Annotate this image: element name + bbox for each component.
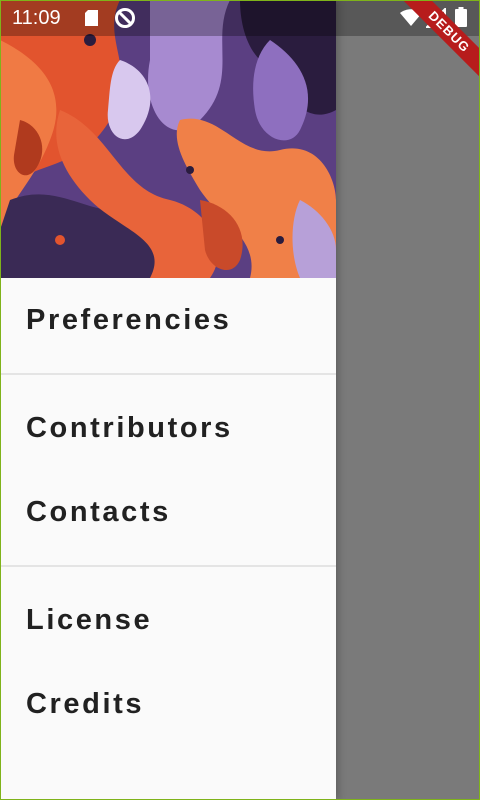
drawer-item-label: License bbox=[26, 603, 153, 636]
wifi-icon bbox=[400, 9, 422, 32]
drawer-item-license[interactable]: License bbox=[0, 584, 336, 656]
do-not-disturb-icon bbox=[114, 7, 136, 34]
status-bar: 11:09 bbox=[0, 0, 480, 36]
drawer-item-label: Preferencies bbox=[26, 303, 232, 336]
drawer-header-image bbox=[0, 0, 336, 278]
status-time: 11:09 bbox=[12, 7, 61, 29]
drawer-item-preferencies[interactable]: Preferencies bbox=[0, 284, 336, 356]
battery-icon bbox=[455, 7, 467, 32]
drawer-item-contacts[interactable]: Contacts bbox=[0, 476, 336, 548]
drawer-item-credits[interactable]: Credits bbox=[0, 668, 336, 740]
drawer-divider bbox=[0, 565, 336, 567]
drawer-item-label: Contacts bbox=[26, 495, 171, 528]
drawer-item-label: Credits bbox=[26, 687, 145, 720]
app-screen: ts bbox=[0, 0, 480, 800]
sd-card-icon bbox=[82, 8, 102, 33]
navigation-drawer: Preferencies Contributors Contacts Licen… bbox=[0, 0, 336, 800]
drawer-item-contributors[interactable]: Contributors bbox=[0, 392, 336, 464]
cell-signal-icon bbox=[424, 6, 446, 33]
drawer-divider bbox=[0, 373, 336, 375]
drawer-item-label: Contributors bbox=[26, 411, 233, 444]
